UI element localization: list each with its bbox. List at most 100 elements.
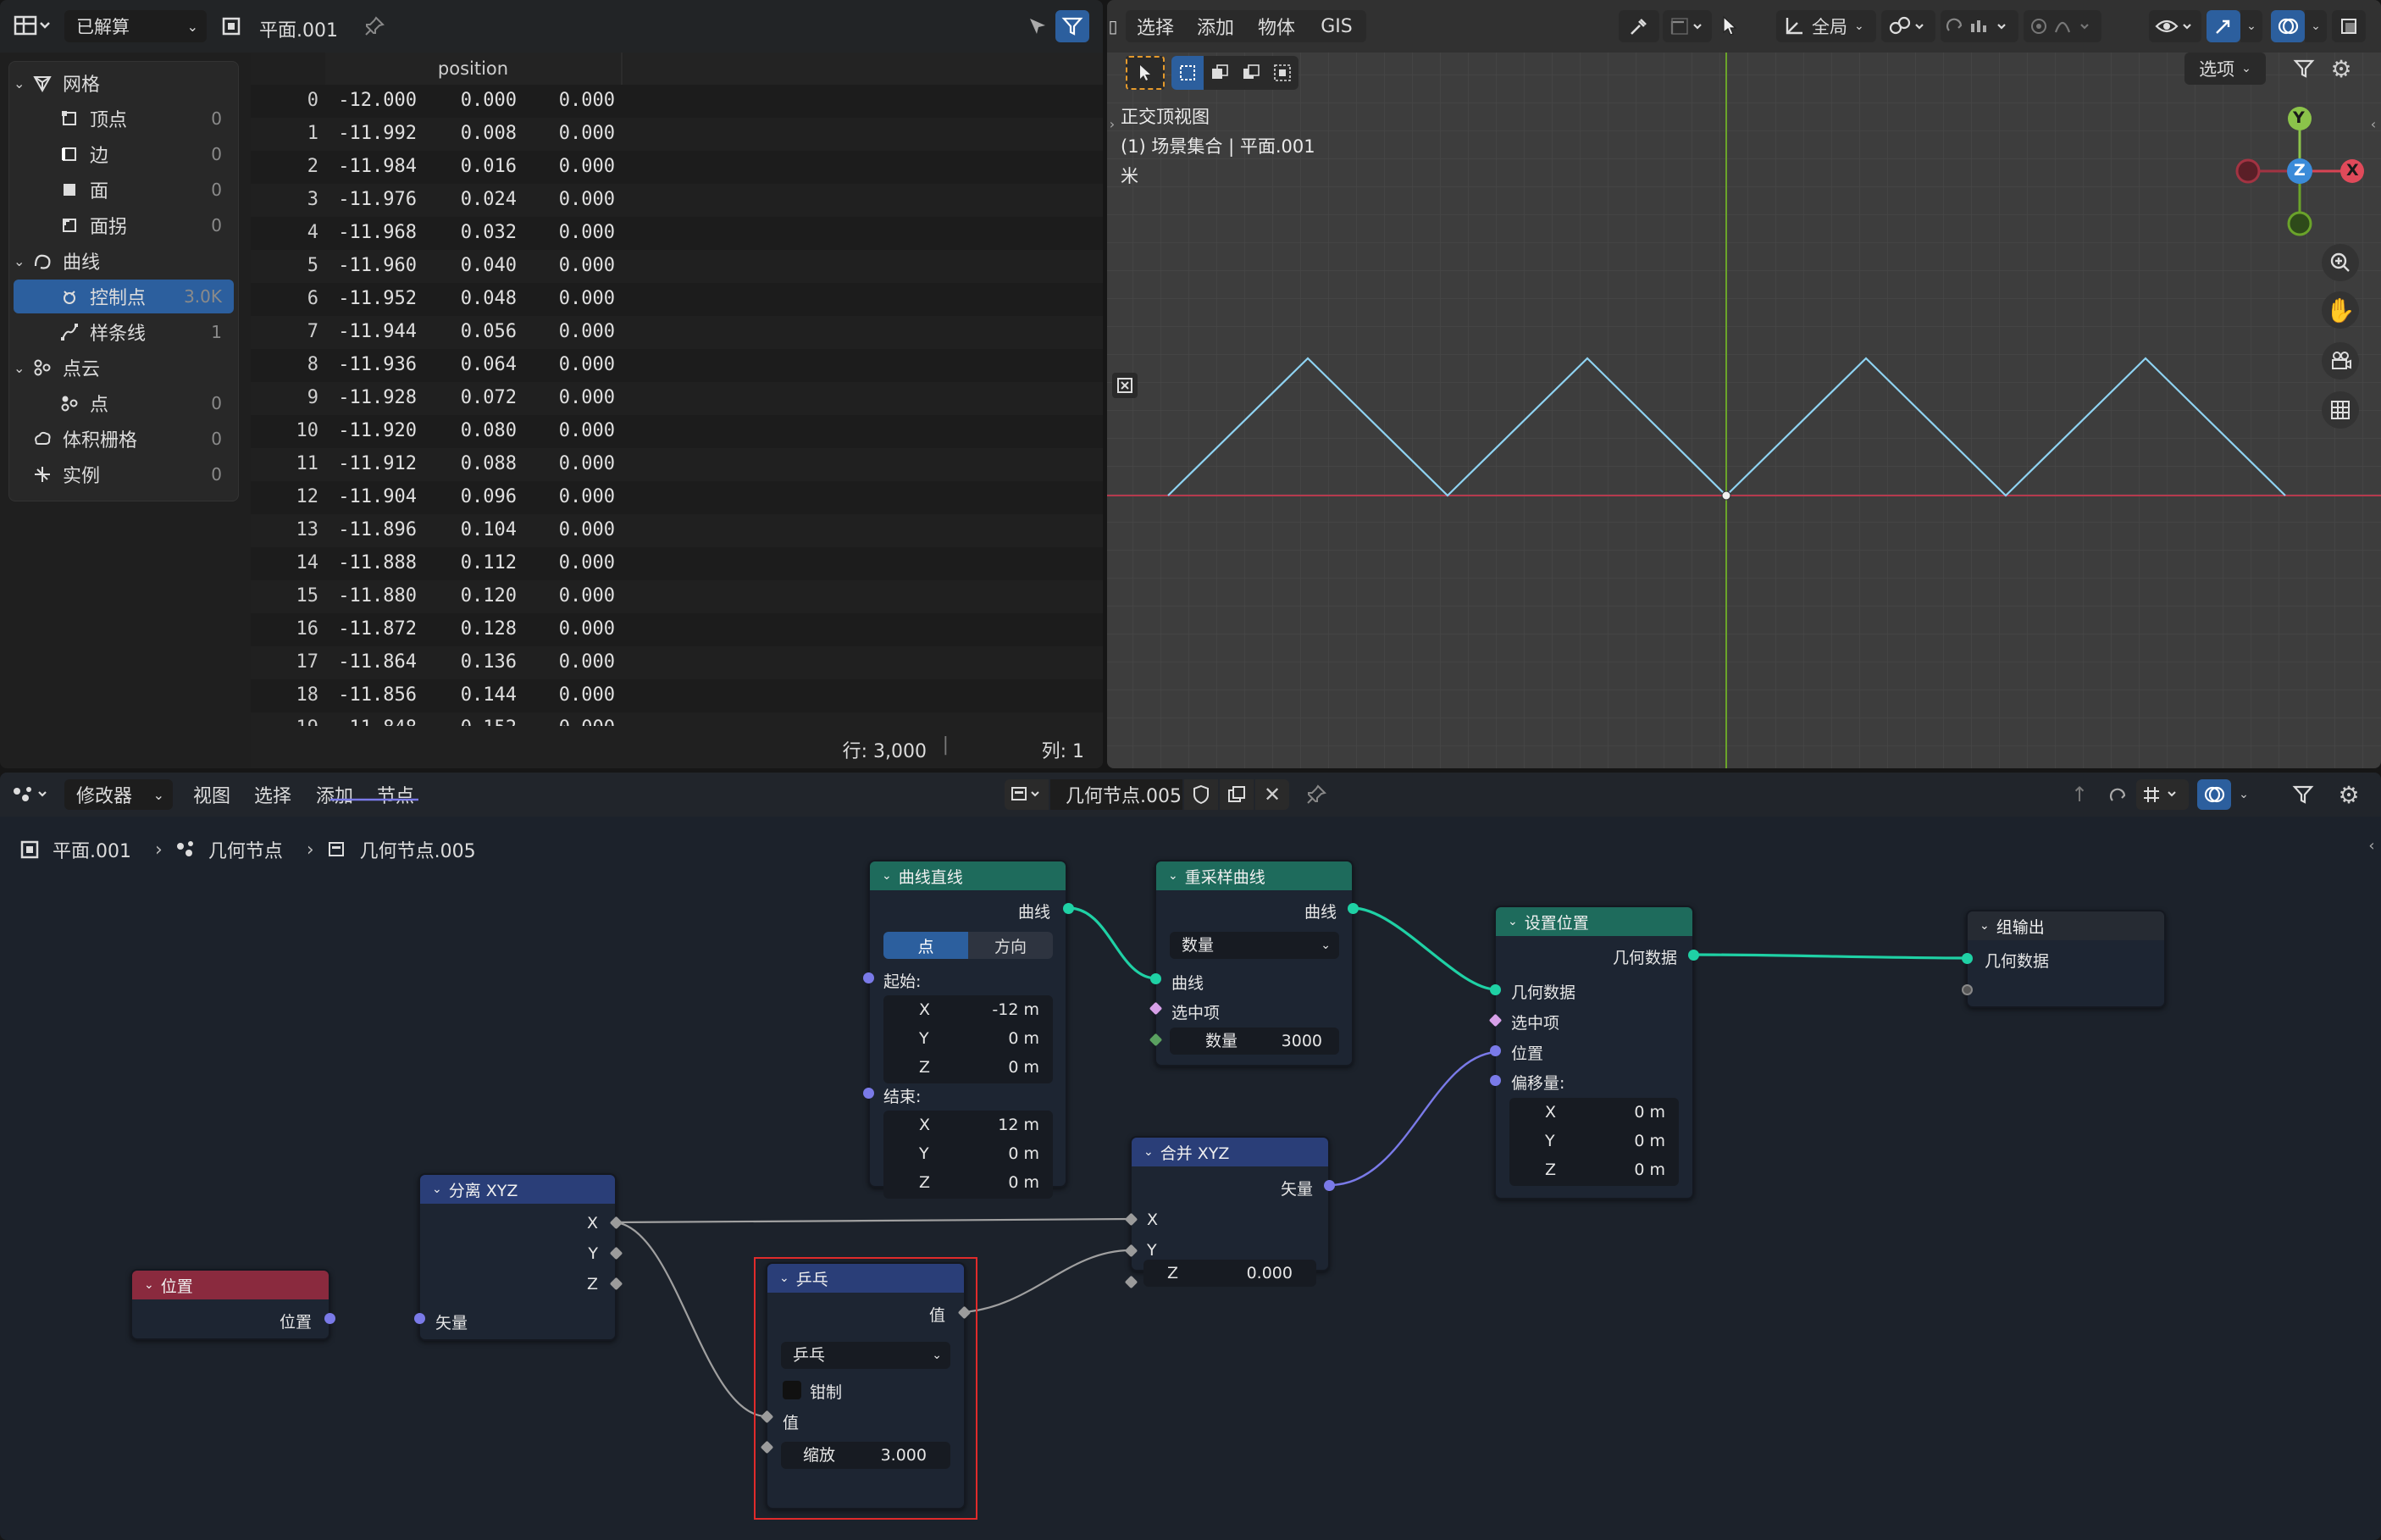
tree-item-face-corner[interactable]: 面拐 0 [14, 208, 234, 242]
tree-item-spline[interactable]: 样条线 1 [14, 315, 234, 349]
scale-field[interactable]: 缩放 3.000 [781, 1442, 950, 1469]
socket-resample-curve-in[interactable] [1150, 973, 1161, 984]
xray-icon[interactable] [2332, 10, 2366, 42]
chevron-down-icon[interactable]: ⌄ [14, 360, 25, 376]
visibility-icon[interactable] [2149, 10, 2201, 42]
node-editor[interactable]: 修改器 ⌄ 视图 选择 添加 节点 几何节点.005 ✕ ↑ ⌄ ⚙ 平面.00… [0, 773, 2381, 1540]
node-group-output[interactable]: ⌄ 组输出 几何数据 [1966, 910, 2166, 1008]
node-separate-xyz[interactable]: ⌄ 分离 XYZ X Y Z 矢量 [418, 1173, 617, 1341]
start-x[interactable]: -12 m [992, 1000, 1039, 1019]
offset-vector-field[interactable]: X0 m Y0 m Z0 m [1509, 1098, 1679, 1186]
tree-item-edge[interactable]: 边0 [14, 137, 234, 171]
pin-icon[interactable] [361, 14, 388, 39]
3d-viewport[interactable]: ▯ 选择 添加 物体 GIS 全局 ⌄ ⌄ ⌄ 选项 ⌄ ⚙ 正交顶视图 (1)… [1107, 0, 2381, 768]
snap-mode-icon[interactable] [1663, 10, 1712, 42]
socket-group-output-geometry[interactable] [1962, 953, 1973, 964]
tree-item-vertex[interactable]: 顶点 0 [14, 102, 234, 136]
start-y[interactable]: 0 m [1008, 1029, 1039, 1048]
zoom-icon[interactable] [2322, 244, 2359, 281]
node-header[interactable]: ⌄ 位置 [132, 1271, 329, 1299]
pivot-point-icon[interactable] [1881, 10, 1935, 42]
transform-orientation-dropdown[interactable]: 全局 ⌄ [1776, 10, 1876, 42]
gizmo-toggle-icon[interactable] [2207, 10, 2240, 42]
node-header[interactable]: ⌄ 设置位置 [1496, 907, 1692, 936]
tree-item-curve[interactable]: ⌄ 曲线 [14, 244, 234, 278]
end-vector-field[interactable]: X 12 m Y0 m Z0 m [883, 1111, 1053, 1199]
chevron-down-icon[interactable]: ⌄ [2305, 10, 2327, 42]
start-z[interactable]: 0 m [1008, 1058, 1039, 1077]
tree-item-volume[interactable]: 体积栅格 0 [14, 422, 234, 456]
socket-position-out[interactable] [324, 1313, 335, 1324]
cursor-tool-icon[interactable] [1715, 12, 1744, 41]
socket-combine-out[interactable] [1324, 1180, 1335, 1191]
socket-curve-line-out[interactable] [1063, 903, 1074, 914]
count-value[interactable]: 3000 [1282, 1028, 1322, 1055]
clamp-checkbox[interactable] [783, 1381, 801, 1399]
menu-gis[interactable]: GIS [1307, 10, 1366, 42]
node-header[interactable]: ⌄ 曲线直线 [870, 861, 1066, 890]
node-position[interactable]: ⌄ 位置 位置 [130, 1269, 330, 1340]
operation-dropdown[interactable]: 乒乓 ⌄ [781, 1342, 950, 1369]
sidebar-toggle-icon[interactable]: ‹ [2367, 115, 2379, 132]
node-ping-pong[interactable]: ⌄ 乒乓 值 乒乓 ⌄ 钳制 值 缩放 3.000 [766, 1262, 966, 1510]
scale-value[interactable]: 3.000 [881, 1442, 927, 1469]
selected-only-filter-icon[interactable] [1023, 14, 1052, 39]
tree-item-instance[interactable]: 实例 0 [14, 457, 234, 491]
filter-icon[interactable] [2290, 53, 2318, 85]
snap-toggle-icon[interactable] [1941, 10, 2018, 42]
grid-view-icon[interactable] [2322, 391, 2359, 429]
select-tool-icon[interactable] [1126, 56, 1165, 90]
column-header-position[interactable]: position [325, 53, 622, 85]
mode-direction-button[interactable]: 方向 [968, 932, 1053, 959]
filter-icon[interactable] [1055, 10, 1089, 42]
tree-item-point-cloud[interactable]: ⌄ 点云 [14, 351, 234, 385]
select-subtract-icon[interactable] [1235, 56, 1266, 90]
socket-set-position-out[interactable] [1688, 950, 1699, 961]
start-vector-field[interactable]: X -12 m Y0 m Z0 m [883, 995, 1053, 1083]
socket-resample-out[interactable] [1348, 903, 1359, 914]
socket-curve-line-start[interactable] [863, 972, 874, 983]
evaluation-mode-dropdown[interactable]: 已解算 ⌄ [64, 10, 207, 42]
select-new-icon[interactable] [1171, 56, 1204, 90]
offset-z[interactable]: 0 m [1634, 1161, 1665, 1179]
toolbar-toggle-icon[interactable] [1112, 373, 1138, 398]
node-curve-line[interactable]: ⌄ 曲线直线 曲线 点 方向 起始: X -12 m Y0 m Z0 m 结束: X… [868, 860, 1067, 1199]
end-x[interactable]: 12 m [998, 1116, 1039, 1134]
count-field[interactable]: 数量 3000 [1170, 1028, 1339, 1055]
end-z[interactable]: 0 m [1008, 1173, 1039, 1192]
tree-item-face[interactable]: 面0 [14, 173, 234, 207]
gear-icon[interactable]: ⚙ [2327, 53, 2356, 85]
editor-type-icon[interactable]: ▯ [1107, 14, 1119, 39]
socket-set-position-geometry[interactable] [1490, 984, 1501, 995]
proportional-editing-icon[interactable] [2024, 10, 2101, 42]
editor-type-icon[interactable] [8, 10, 56, 42]
pan-hand-icon[interactable]: ✋ [2322, 291, 2359, 329]
socket-curve-line-end[interactable] [863, 1088, 874, 1099]
tree-item-control-point[interactable]: 控制点 3.0K [14, 280, 234, 313]
socket-set-position-offset[interactable] [1490, 1075, 1501, 1086]
camera-icon[interactable] [2322, 342, 2359, 379]
chevron-down-icon[interactable]: ⌄ [14, 75, 25, 91]
chevron-down-icon[interactable]: ⌄ [2240, 10, 2262, 42]
collapse-arrow-icon[interactable]: › [1107, 115, 1117, 132]
combine-z-field[interactable]: Z 0.000 [1143, 1260, 1316, 1287]
node-header[interactable]: ⌄ 组输出 [1968, 911, 2164, 940]
select-extend-icon[interactable] [1204, 56, 1235, 90]
overlay-toggle-icon[interactable] [2271, 10, 2305, 42]
options-dropdown[interactable]: 选项 ⌄ [2184, 53, 2266, 85]
node-combine-xyz[interactable]: ⌄ 合并 XYZ 矢量 X Y [1130, 1136, 1330, 1271]
node-header[interactable]: ⌄ 乒乓 [767, 1264, 964, 1293]
socket-set-position-position[interactable] [1490, 1045, 1501, 1056]
offset-y[interactable]: 0 m [1634, 1132, 1665, 1150]
node-set-position[interactable]: ⌄ 设置位置 几何数据 几何数据 选中项 位置 偏移量: X0 m Y0 m Z0… [1494, 906, 1694, 1199]
select-invert-icon[interactable] [1266, 56, 1298, 90]
node-header[interactable]: ⌄ 合并 XYZ [1132, 1138, 1328, 1166]
menu-select[interactable]: 选择 [1126, 10, 1185, 42]
tree-item-mesh[interactable]: ⌄ 网格 [14, 66, 234, 100]
socket-group-output-empty[interactable] [1962, 984, 1973, 995]
menu-object[interactable]: 物体 [1246, 10, 1307, 42]
node-resample-curve[interactable]: ⌄ 重采样曲线 曲线 数量 ⌄ 曲线 选中项 数量 3000 [1155, 860, 1354, 1066]
eyedropper-icon[interactable] [1619, 10, 1659, 42]
resample-mode-dropdown[interactable]: 数量 ⌄ [1170, 932, 1339, 959]
combine-z-value[interactable]: 0.000 [1247, 1260, 1293, 1287]
